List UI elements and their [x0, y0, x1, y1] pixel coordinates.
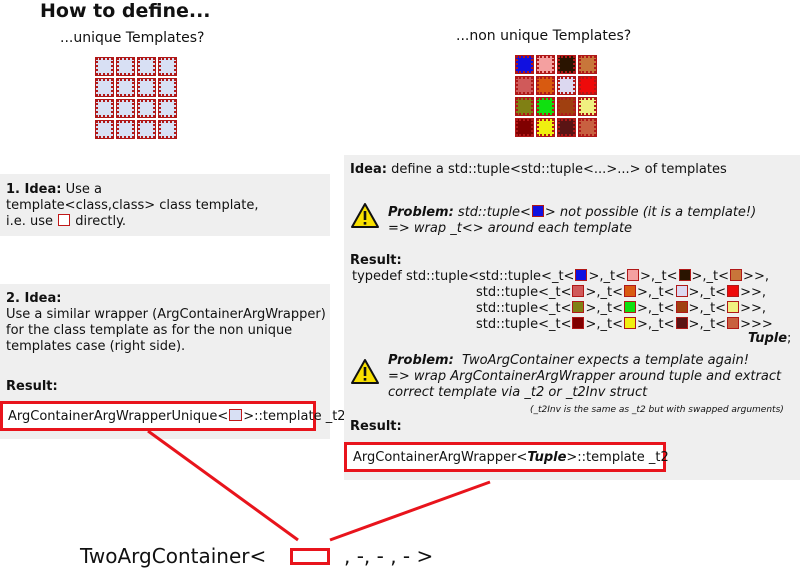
connector-lines	[147, 429, 491, 542]
placeholder-box	[290, 548, 330, 565]
left-connector	[147, 429, 299, 542]
bottom-pre: TwoArgContainer<	[80, 544, 267, 568]
two-arg-container: TwoArgContainer<	[80, 544, 266, 568]
bottom-post: , -, - , - >	[344, 544, 434, 568]
right-connector	[329, 480, 491, 542]
